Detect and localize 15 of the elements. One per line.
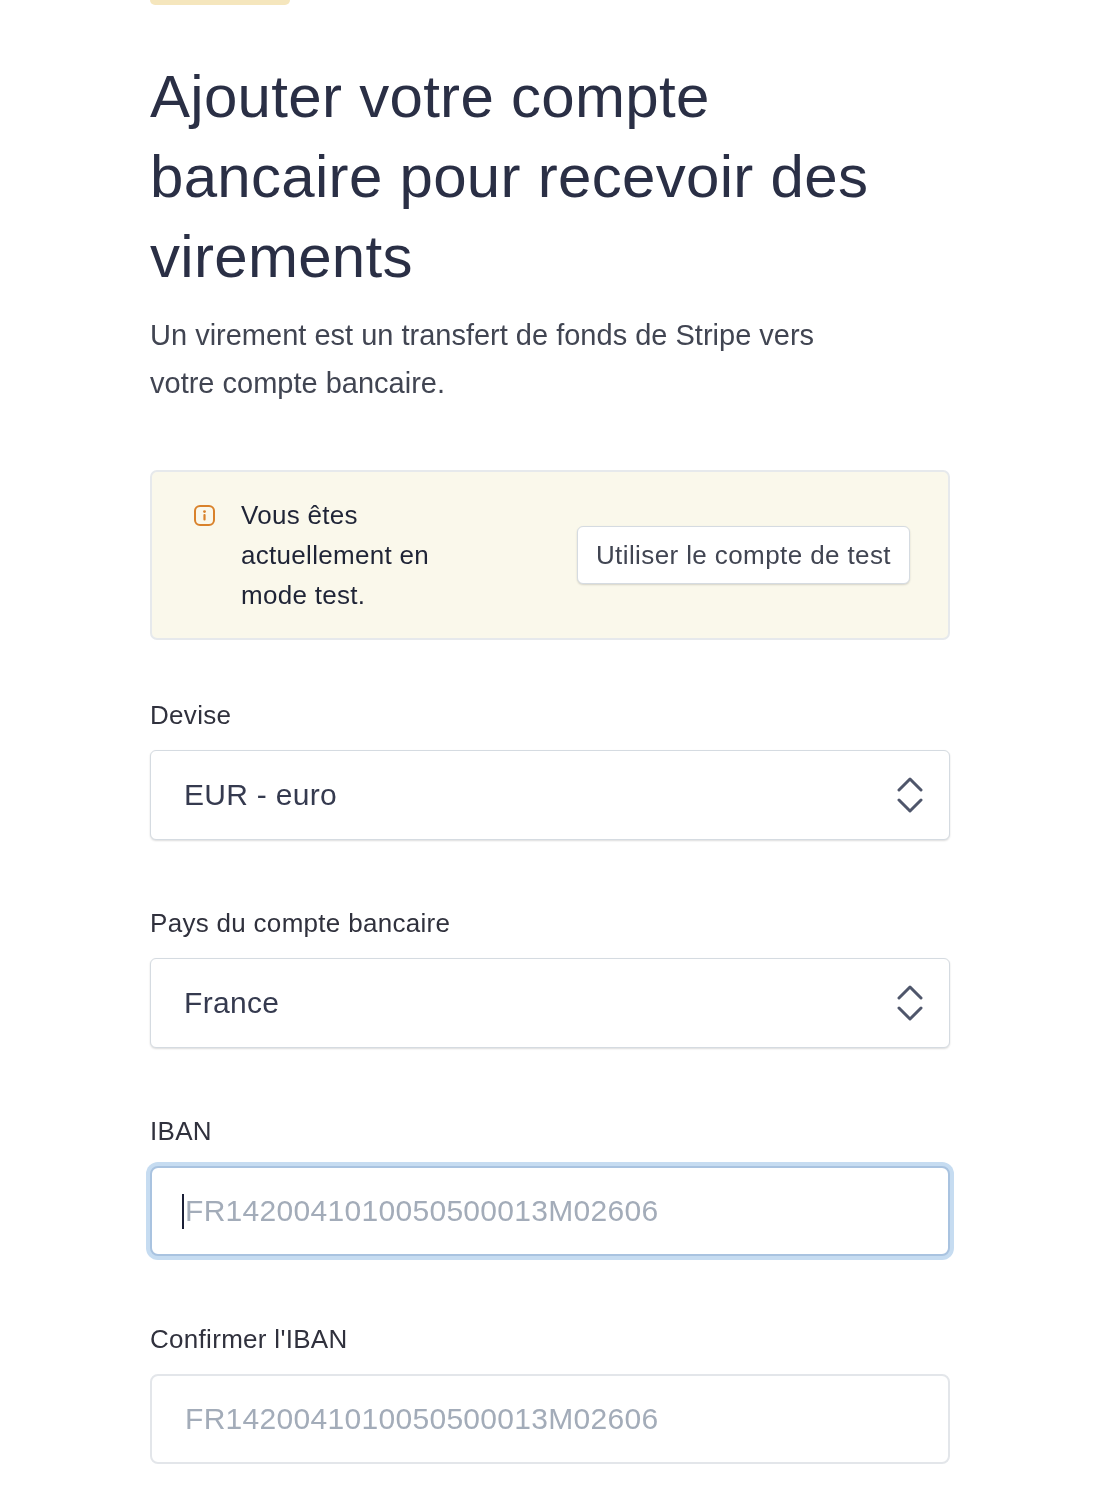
page-title: Ajouter votre compte bancaire pour recevoir des virements — [150, 62, 870, 292]
test-account-button[interactable]: Utiliser le compte de test — [576, 526, 910, 584]
notice-text: Vous êtes actuellement en mode test. — [241, 499, 431, 612]
dropdown-select[interactable]: France — [150, 958, 950, 1048]
info-icon — [194, 505, 215, 526]
text-cursor-icon — [182, 1194, 184, 1229]
input-field[interactable]: FR1420041010050500013M02606 — [150, 1166, 950, 1256]
chevron-up-down-icon — [897, 985, 923, 1021]
intro-text: Un virement est un transfert de fonds de Stripe vers votre compte bancaire. — [150, 318, 816, 401]
field-label: Confirmer l'IBAN — [150, 1323, 349, 1356]
field-label: Pays du compte bancaire — [150, 907, 452, 940]
dropdown-select[interactable]: EUR - euro — [150, 750, 950, 840]
field-label: Devise — [150, 699, 233, 732]
chevron-up-down-icon — [897, 777, 923, 813]
field-label: IBAN — [150, 1115, 213, 1148]
